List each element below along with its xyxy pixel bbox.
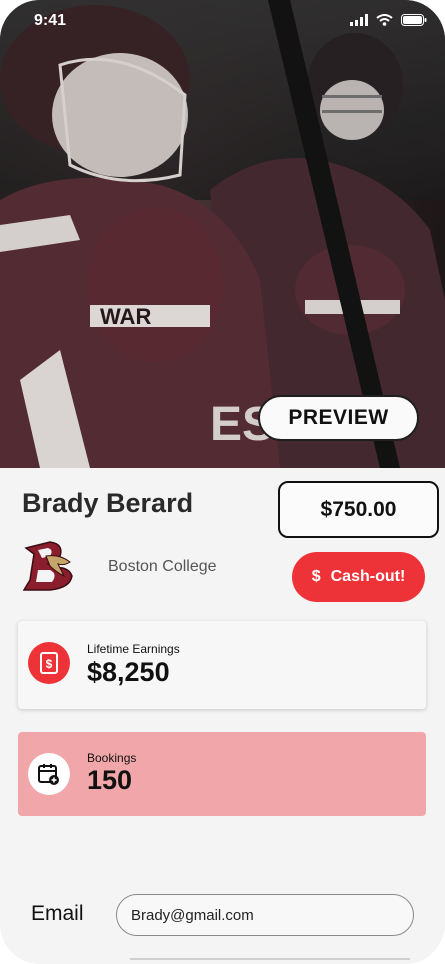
hero-image: WAR ES 9:41 PREVIEW (0, 0, 445, 468)
battery-icon (401, 14, 427, 26)
athlete-name: Brady Berard (22, 488, 194, 518)
bookings-card: Bookings 150 (18, 732, 426, 816)
cashout-label: Cash-out! (330, 568, 406, 585)
dollar-bill-icon: $ (28, 642, 70, 684)
boston-college-logo (22, 541, 73, 591)
balance-display: $750.00 (278, 481, 439, 538)
status-icons (350, 14, 427, 26)
email-label: Email (31, 902, 84, 925)
calendar-add-icon (28, 753, 70, 795)
earnings-label: Lifetime Earnings (87, 642, 180, 656)
cashout-button[interactable]: $ Cash-out! (292, 552, 425, 602)
preview-button[interactable]: PREVIEW (258, 395, 419, 441)
school-name: Boston College (108, 558, 217, 575)
lifetime-earnings-card: $ Lifetime Earnings $8,250 (18, 621, 426, 709)
bookings-value: 150 (87, 765, 133, 795)
svg-text:$: $ (46, 657, 53, 671)
bookings-label: Bookings (87, 751, 137, 765)
earnings-value: $8,250 (87, 657, 170, 687)
email-field[interactable] (116, 894, 414, 936)
bottom-divider (130, 958, 410, 960)
status-time: 9:41 (34, 12, 67, 29)
phone-screen: WAR ES 9:41 PREVIEW Brady Berard $750.00… (0, 0, 445, 964)
dollar-icon: $ (311, 568, 321, 585)
status-bar: 9:41 (0, 0, 445, 44)
wifi-icon (376, 14, 393, 26)
signal-icon (350, 14, 368, 26)
